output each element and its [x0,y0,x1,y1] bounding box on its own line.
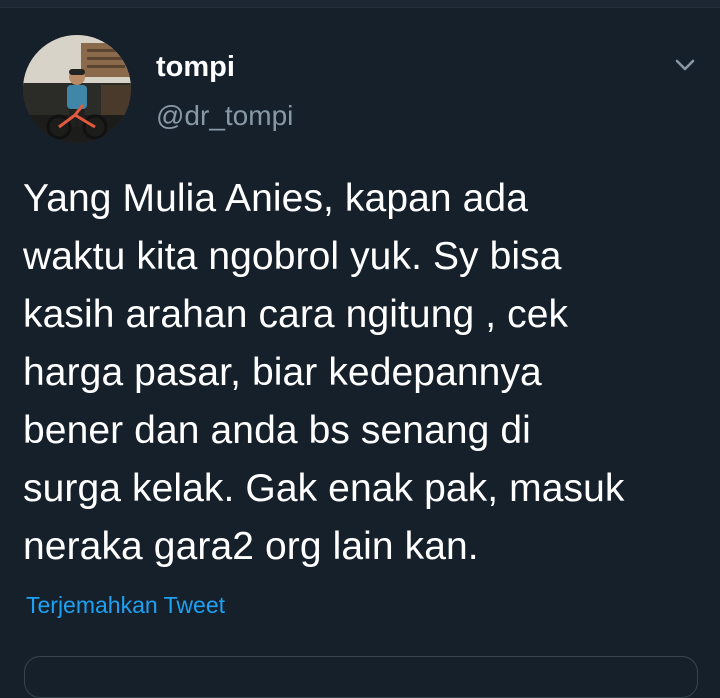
tweet-line: waktu kita ngobrol yuk. Sy bisa [23,235,562,278]
tweet-line: neraka gara2 org lain kan. [23,525,479,568]
top-divider [0,0,720,8]
tweet-line: surga kelak. Gak enak pak, masuk [23,467,625,510]
tweet-line: bener dan anda bs senang di [23,409,531,452]
tweet-text: Yang Mulia Anies, kapan ada waktu kita n… [23,170,708,576]
user-handle[interactable]: @dr_tompi [156,98,293,134]
quoted-card[interactable] [24,656,698,698]
avatar[interactable] [23,35,131,143]
profile-photo-icon [23,35,131,143]
display-name[interactable]: tompi [156,49,235,85]
chevron-down-icon[interactable] [668,50,702,80]
tweet-line: Yang Mulia Anies, kapan ada [23,177,528,220]
translate-tweet-link[interactable]: Terjemahkan Tweet [26,590,225,620]
tweet-line: kasih arahan cara ngitung , cek [23,293,569,336]
tweet-line: harga pasar, biar kedepannya [23,351,542,394]
